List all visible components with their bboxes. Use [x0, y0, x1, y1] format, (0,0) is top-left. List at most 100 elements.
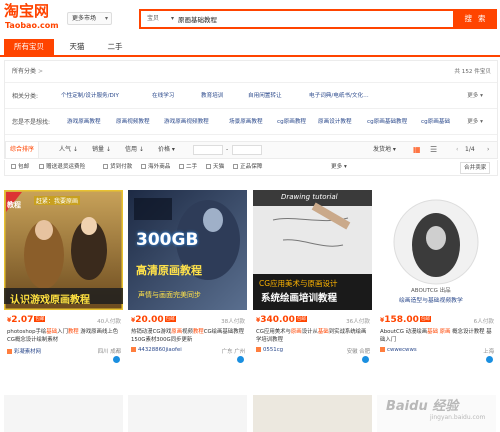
shop-link[interactable]: 44328860jiaofei [131, 347, 182, 353]
sort-credit[interactable]: 信用 ↓ [125, 142, 144, 158]
taobao-logo[interactable]: 淘宝网 Taobao.com [4, 3, 62, 33]
more-markets-dropdown[interactable]: 更多市场 ▾ [67, 12, 112, 25]
product-title[interactable]: CG应用美术与原画设计从基础到实战系统绘画学培训教程 [256, 328, 370, 344]
suggest-more-button[interactable]: 更多 ▾ [467, 110, 483, 135]
paid-count: 38人付款 [221, 319, 245, 325]
prev-page-icon[interactable]: ‹ [456, 142, 458, 158]
next-page-icon[interactable]: › [487, 142, 489, 158]
product-card[interactable]: ABOUTCG 出品 绘画造型与基础视频教学 ¥158.00 包邮 6人付款 Ab… [377, 190, 496, 363]
product-title[interactable]: 热销动漫CG游戏原画视频教程CG绘画基础教程 150G素材300G同步更新 [131, 328, 245, 344]
check-cod[interactable]: 货到付款 [103, 160, 132, 175]
product-image[interactable]: 赶紧：我要原画 教程 认识游戏原画教程 [4, 190, 123, 310]
product-card-partial[interactable] [128, 395, 247, 432]
suggest-option[interactable]: 原画设计教程 [318, 110, 352, 135]
paid-count: 40人付款 [97, 319, 121, 325]
filter-row-all-categories: 所有分类 > 共 152 件宝贝 [5, 61, 497, 83]
related-option[interactable]: 教育培训 [201, 84, 223, 109]
tab-all-items[interactable]: 所有宝贝 [4, 39, 54, 55]
product-image-title: 300GB [136, 230, 199, 250]
suggest-option[interactable]: cg原画教程 [277, 110, 306, 135]
related-more-button[interactable]: 更多 ▾ [467, 84, 483, 109]
product-card-partial[interactable] [253, 395, 372, 432]
product-card[interactable]: 300GB 高清原画教程 声情与画面完美同步 ¥20.00 包邮 38人付款 热销… [128, 190, 247, 363]
checkbox-icon [233, 164, 238, 169]
wangwang-chat-icon[interactable] [486, 356, 493, 363]
filter-row-related: 相关分类: 个性定制/设计服务/DIY 在线学习 教育培训 自用闲置转让 电子词… [5, 84, 497, 109]
product-image[interactable]: Drawing tutorial CG应用美术与原画设计 系统绘画培训教程 [253, 190, 372, 310]
sort-popularity[interactable]: 人气 ↓ [59, 142, 78, 158]
wangwang-chat-icon[interactable] [362, 356, 369, 363]
related-option[interactable]: 电子词典/电纸书/文化… [309, 84, 369, 109]
checkbox-icon [39, 164, 44, 169]
filter-panel: 所有分类 > 共 152 件宝贝 相关分类: 个性定制/设计服务/DIY 在线学… [4, 60, 498, 150]
check-more-dropdown[interactable]: 更多 ▾ [331, 160, 347, 175]
product-card[interactable]: Drawing tutorial CG应用美术与原画设计 系统绘画培训教程 ¥3… [253, 190, 372, 363]
related-option[interactable]: 个性定制/设计服务/DIY [61, 84, 119, 109]
product-price: ¥340.00 包邮 [256, 315, 307, 325]
price-max-input[interactable] [232, 145, 262, 155]
product-card-partial[interactable] [4, 395, 123, 432]
search-input[interactable] [178, 12, 448, 26]
sort-sales[interactable]: 销量 ↓ [92, 142, 111, 158]
checkbox-icon [141, 164, 146, 169]
check-genuine[interactable]: 正品保障 [233, 160, 262, 175]
wangwang-chat-icon[interactable] [237, 356, 244, 363]
result-count: 共 152 件宝贝 [454, 69, 491, 75]
product-image-subtitle: 绘画造型与基础视频教学 [399, 298, 463, 304]
suggest-option[interactable]: 游戏原画教程 [67, 110, 101, 135]
ship-from-dropdown[interactable]: 发货地 ▾ [373, 142, 396, 158]
check-return-insurance[interactable]: 赠送退货运费险 [39, 160, 85, 175]
free-shipping-badge: 包邮 [419, 316, 431, 322]
product-image-subtitle-2: 系统绘画培训教程 [261, 293, 338, 304]
search-button[interactable]: 搜 索 [455, 9, 497, 29]
checkbox-icon [179, 164, 184, 169]
product-price: ¥2.07 包邮 [7, 315, 46, 325]
shop-link[interactable]: 彩凝素材网 [7, 347, 41, 355]
suggest-label: 您是不是想找: [12, 119, 51, 126]
suggest-option[interactable]: cg原画基础 [421, 110, 450, 135]
product-image[interactable]: 300GB 高清原画教程 声情与画面完美同步 [128, 190, 247, 310]
product-image-title: 认识游戏原画教程 [10, 295, 90, 306]
tab-tmall[interactable]: 天猫 [62, 39, 92, 55]
product-title[interactable]: photoshop手绘基础入门教程 游戏原画线上色CG概念设计绘制素材 [7, 328, 121, 344]
baidu-watermark: Baidu 经验 [386, 399, 459, 414]
list-view-icon[interactable]: ☰ [430, 142, 437, 158]
filter-row-suggest: 您是不是想找: 游戏原画教程 原画视频教程 游戏原画视频教程 场景原画教程 cg… [5, 110, 497, 135]
search-category-select[interactable]: 宝贝 ▾ [144, 13, 176, 25]
product-card[interactable]: 赶紧：我要原画 教程 认识游戏原画教程 ¥2.07 包邮 40人付款 photos… [4, 190, 123, 363]
suggest-option[interactable]: 游戏原画视频教程 [164, 110, 209, 135]
check-second-hand[interactable]: 二手 [179, 160, 197, 175]
product-title[interactable]: AboutCG 动漫绘画基础 原画 概念设计教程 基础入门 [380, 328, 494, 344]
search-box: 宝贝 ▾ [139, 9, 455, 29]
wangwang-chat-icon[interactable] [113, 356, 120, 363]
suggest-option[interactable]: cg原画基础教程 [367, 110, 407, 135]
suggest-option[interactable]: 原画视频教程 [116, 110, 150, 135]
product-image-subtitle-2: 声情与画面完美同步 [138, 291, 201, 299]
check-free-shipping[interactable]: 包邮 [11, 160, 29, 175]
product-image-title: Drawing tutorial [281, 193, 338, 201]
grid-view-icon[interactable]: ▦ [413, 142, 421, 158]
related-option[interactable]: 自用闲置转让 [248, 84, 282, 109]
check-tmall[interactable]: 天猫 [206, 160, 224, 175]
product-price: ¥158.00 包邮 [380, 315, 431, 325]
merge-sellers-button[interactable]: 合并卖家 [460, 162, 491, 174]
result-tabs: 所有宝贝 天猫 二手 [0, 39, 500, 57]
shop-link[interactable]: 0551cg [256, 347, 283, 353]
product-image[interactable]: ABOUTCG 出品 绘画造型与基础视频教学 [377, 190, 496, 310]
sort-default[interactable]: 综合排序 [5, 142, 40, 158]
product-image-subtitle: CG应用美术与原画设计 [259, 279, 338, 288]
checkbox-icon [11, 164, 16, 169]
check-filter-bar: 包邮 赠送退货运费险 货到付款 海外商品 二手 天猫 正品保障 更多 ▾ 合并卖… [4, 160, 498, 176]
tab-second-hand[interactable]: 二手 [100, 39, 130, 55]
check-overseas[interactable]: 海外商品 [141, 160, 170, 175]
sort-bar: 综合排序 人气 ↓ 销量 ↓ 信用 ↓ 价格 ▾ - 发货地 ▾ ▦ ☰ ‹ 1… [4, 141, 498, 159]
price-min-input[interactable] [193, 145, 223, 155]
suggest-option[interactable]: 场景原画教程 [229, 110, 263, 135]
sort-price[interactable]: 价格 ▾ [158, 142, 175, 158]
all-categories-link[interactable]: 所有分类 > [12, 61, 43, 83]
shop-link[interactable]: cwwecwws [380, 347, 417, 353]
paid-count: 36人付款 [346, 319, 370, 325]
checkbox-icon [206, 164, 211, 169]
product-price: ¥20.00 包邮 [131, 315, 176, 325]
related-option[interactable]: 在线学习 [152, 84, 174, 109]
